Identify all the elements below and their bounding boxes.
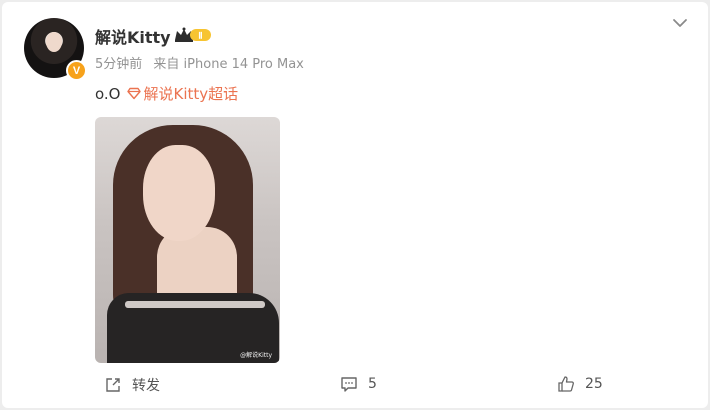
thumbs-up-icon <box>558 376 574 392</box>
post-meta: 5分钟前 来自 iPhone 14 Pro Max <box>95 53 304 72</box>
photo-dress-trim <box>125 301 265 308</box>
share-label: 转发 <box>132 378 160 394</box>
weibo-post-card: V 解说Kitty Ⅱ 5分钟前 来自 iPhone 14 Pro Max o.… <box>2 2 708 408</box>
topic-label: 解说Kitty超话 <box>143 85 239 103</box>
post-source: 来自 iPhone 14 Pro Max <box>153 57 304 72</box>
post-text: o.O <box>95 84 121 103</box>
share-icon <box>106 378 120 392</box>
crown-rank-icon: Ⅱ <box>175 27 211 42</box>
comment-icon <box>341 377 357 392</box>
rank-level-text: Ⅱ <box>198 31 202 41</box>
share-button[interactable]: 转发 <box>104 375 160 395</box>
post-image[interactable]: @解说Kitty <box>95 117 280 363</box>
like-count: 25 <box>585 376 603 392</box>
post-content: o.O 解说Kitty超话 <box>95 83 238 104</box>
comment-count: 5 <box>368 376 377 392</box>
chevron-down-icon[interactable] <box>670 15 690 31</box>
diamond-icon <box>126 87 141 100</box>
photo-face <box>143 145 215 241</box>
comment-button[interactable]: 5 <box>340 375 377 393</box>
topic-link[interactable]: 解说Kitty超话 <box>126 83 239 104</box>
verified-badge-icon: V <box>66 60 87 81</box>
image-watermark: @解说Kitty <box>240 352 272 359</box>
avatar-face <box>46 32 62 52</box>
username[interactable]: 解说Kitty <box>95 24 171 48</box>
like-button[interactable]: 25 <box>557 375 603 393</box>
post-time[interactable]: 5分钟前 <box>95 57 142 72</box>
